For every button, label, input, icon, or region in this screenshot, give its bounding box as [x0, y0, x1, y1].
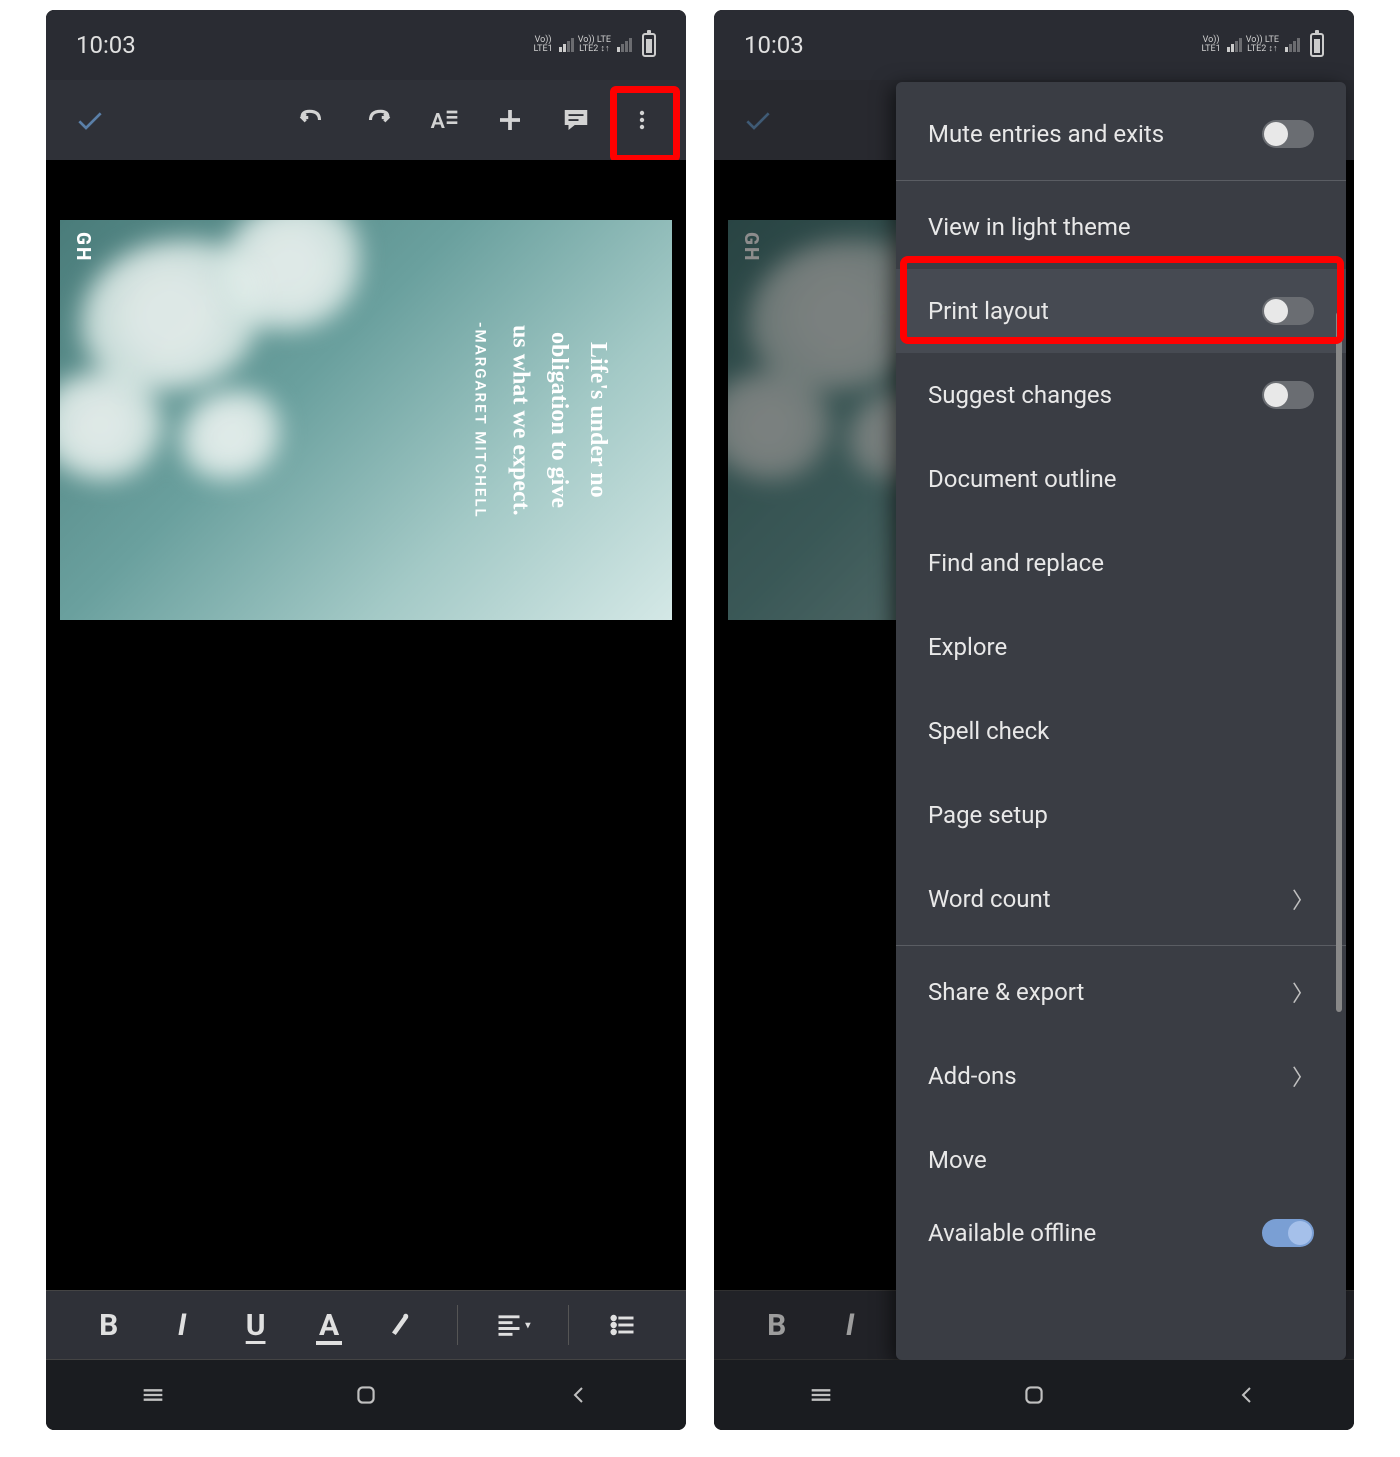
text-format-button[interactable]: A — [414, 90, 474, 150]
menu-available-offline[interactable]: Available offline — [896, 1202, 1346, 1264]
align-button[interactable]: ▾ — [490, 1301, 535, 1349]
italic-button[interactable]: I — [827, 1301, 872, 1349]
status-indicators: Vo))LTE1 Vo)) LTELTE2 ↕↑ — [1202, 33, 1324, 57]
underline-button[interactable]: U — [233, 1301, 278, 1349]
insert-button[interactable] — [480, 90, 540, 150]
android-nav-bar — [714, 1360, 1354, 1430]
redo-button[interactable] — [348, 90, 408, 150]
phone-screenshot-left: 10:03 Vo))LTE1 Vo)) LTELTE2 ↕↑ — [46, 10, 686, 1430]
top-toolbar: A — [46, 80, 686, 160]
menu-find-replace[interactable]: Find and replace — [896, 521, 1346, 605]
document-image: GH Life's under no obligation to give us… — [60, 220, 672, 620]
gh-badge: GH — [72, 232, 95, 262]
bold-button[interactable]: B — [754, 1301, 799, 1349]
menu-share-export[interactable]: Share & export 〉 — [896, 950, 1346, 1034]
chevron-right-icon: 〉 — [1292, 1060, 1314, 1092]
battery-icon — [642, 33, 656, 57]
bold-button[interactable]: B — [86, 1301, 131, 1349]
menu-separator — [896, 945, 1346, 946]
status-indicators: Vo))LTE1 Vo)) LTELTE2 ↕↑ — [534, 33, 656, 57]
menu-word-count[interactable]: Word count 〉 — [896, 857, 1346, 941]
done-button[interactable] — [728, 90, 788, 150]
nav-back-button[interactable] — [1217, 1375, 1277, 1415]
android-nav-bar — [46, 1360, 686, 1430]
highlight-print-layout — [900, 256, 1344, 344]
nav-home-button[interactable] — [336, 1375, 396, 1415]
gh-badge: GH — [740, 232, 763, 262]
format-toolbar: B I U A ▾ — [46, 1290, 686, 1360]
quote-text: Life's under no obligation to give us wh… — [312, 280, 612, 560]
dropdown-arrow-icon: ▾ — [525, 1320, 530, 1331]
menu-page-setup[interactable]: Page setup — [896, 773, 1346, 857]
menu-spell-check[interactable]: Spell check — [896, 689, 1346, 773]
status-bar: 10:03 Vo))LTE1 Vo)) LTELTE2 ↕↑ — [46, 10, 686, 80]
done-button[interactable] — [60, 90, 120, 150]
menu-move[interactable]: Move — [896, 1118, 1346, 1202]
toggle-mute[interactable] — [1262, 120, 1314, 148]
scroll-indicator — [1336, 312, 1342, 1012]
comment-button[interactable] — [546, 90, 606, 150]
text-color-button[interactable]: A — [306, 1301, 351, 1349]
status-time: 10:03 — [744, 31, 804, 59]
menu-document-outline[interactable]: Document outline — [896, 437, 1346, 521]
menu-addons[interactable]: Add-ons 〉 — [896, 1034, 1346, 1118]
toggle-offline[interactable] — [1262, 1219, 1314, 1247]
nav-recents-button[interactable] — [123, 1375, 183, 1415]
document-canvas[interactable]: GH Life's under no obligation to give us… — [46, 160, 686, 1290]
highlight-button[interactable] — [380, 1301, 425, 1349]
menu-explore[interactable]: Explore — [896, 605, 1346, 689]
menu-separator — [896, 180, 1346, 181]
status-bar: 10:03 Vo))LTE1 Vo)) LTELTE2 ↕↑ — [714, 10, 1354, 80]
phone-screenshot-right: 10:03 Vo))LTE1 Vo)) LTELTE2 ↕↑ — [714, 10, 1354, 1430]
toggle-suggest[interactable] — [1262, 381, 1314, 409]
menu-mute-entries[interactable]: Mute entries and exits — [896, 92, 1346, 176]
menu-suggest-changes[interactable]: Suggest changes — [896, 353, 1346, 437]
italic-button[interactable]: I — [159, 1301, 204, 1349]
chevron-right-icon: 〉 — [1292, 883, 1314, 915]
status-time: 10:03 — [76, 31, 136, 59]
highlight-overflow-menu — [610, 86, 680, 162]
list-button[interactable] — [601, 1301, 646, 1349]
nav-home-button[interactable] — [1004, 1375, 1064, 1415]
undo-button[interactable] — [282, 90, 342, 150]
battery-icon — [1310, 33, 1324, 57]
nav-back-button[interactable] — [549, 1375, 609, 1415]
nav-recents-button[interactable] — [791, 1375, 851, 1415]
chevron-right-icon: 〉 — [1292, 976, 1314, 1008]
svg-text:A: A — [431, 109, 446, 134]
